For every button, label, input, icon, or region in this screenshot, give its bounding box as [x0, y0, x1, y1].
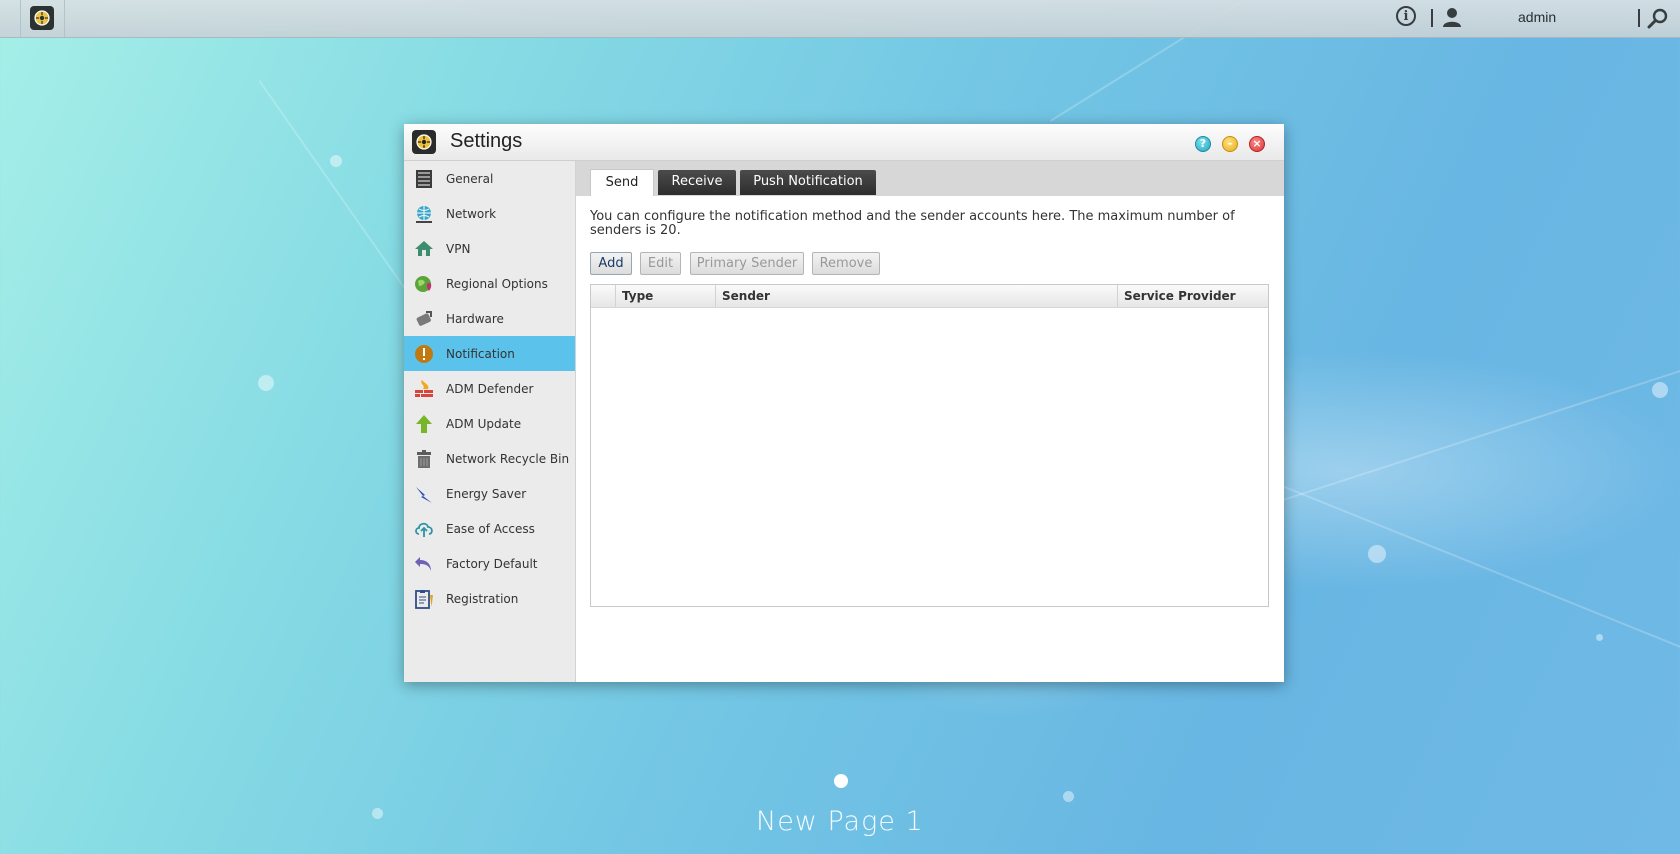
sidebar-item-general[interactable]: General [404, 161, 575, 196]
sidebar-item-label: Network Recycle Bin [446, 451, 570, 466]
settings-window: Settings ? – × General Network VPN Regio… [404, 124, 1284, 682]
page-indicator-dot[interactable] [834, 774, 848, 788]
settings-gear-icon [412, 130, 436, 154]
sidebar-item-label: Ease of Access [446, 521, 535, 536]
trash-icon [413, 448, 435, 470]
minus-icon: – [1227, 137, 1233, 150]
sidebar-item-vpn[interactable]: VPN [404, 231, 575, 266]
firewall-icon [413, 378, 435, 400]
description-text: You can configure the notification metho… [590, 209, 1235, 238]
close-button[interactable]: × [1249, 136, 1265, 152]
up-arrow-icon [413, 413, 435, 435]
tab-push-notification[interactable]: Push Notification [740, 170, 876, 195]
window-titlebar[interactable]: Settings ? – × [404, 124, 1284, 161]
table-header: Type Sender Service Provider [591, 285, 1268, 308]
desktop-page-label: New Page 1 [756, 806, 924, 837]
tab-send[interactable]: Send [590, 169, 654, 196]
column-header-select[interactable] [591, 285, 616, 307]
sidebar-item-network-recycle-bin[interactable]: Network Recycle Bin [404, 441, 575, 476]
question-icon: ? [1199, 137, 1207, 150]
sidebar-item-adm-update[interactable]: ADM Update [404, 406, 575, 441]
sidebar-item-label: Regional Options [446, 276, 548, 291]
sidebar-item-label: VPN [446, 241, 471, 256]
primary-sender-button[interactable]: Primary Sender [690, 252, 804, 275]
column-header-service-provider[interactable]: Service Provider [1118, 285, 1268, 307]
help-button[interactable]: ? [1195, 136, 1211, 152]
globe-network-icon [413, 203, 435, 225]
column-header-type[interactable]: Type [616, 285, 716, 307]
server-icon [413, 168, 435, 190]
sidebar-item-hardware[interactable]: Hardware [404, 301, 575, 336]
lightning-icon [413, 483, 435, 505]
username-label[interactable]: admin [1518, 9, 1556, 25]
sidebar-item-label: Notification [446, 346, 515, 361]
sidebar-item-label: ADM Defender [446, 381, 534, 396]
window-title: Settings [450, 130, 523, 152]
remove-button[interactable]: Remove [812, 252, 880, 275]
minimize-button[interactable]: – [1222, 136, 1238, 152]
edit-button[interactable]: Edit [640, 252, 681, 275]
vpn-house-icon [413, 238, 435, 260]
alert-icon [413, 343, 435, 365]
hardware-wrench-icon [413, 308, 435, 330]
sidebar-item-label: Registration [446, 591, 519, 606]
settings-app-icon[interactable] [30, 6, 54, 30]
sidebar-item-registration[interactable]: Registration [404, 581, 575, 616]
taskbar-divider [64, 0, 65, 37]
tab-receive[interactable]: Receive [658, 170, 736, 195]
sidebar-item-energy-saver[interactable]: Energy Saver [404, 476, 575, 511]
sidebar-item-network[interactable]: Network [404, 196, 575, 231]
send-tab-content: You can configure the notification metho… [576, 196, 1284, 682]
sidebar-item-label: Network [446, 206, 497, 221]
sidebar-item-notification[interactable]: Notification [404, 336, 575, 371]
sidebar-item-label: Energy Saver [446, 486, 527, 501]
sidebar-item-label: Factory Default [446, 556, 538, 571]
sender-table: Type Sender Service Provider [590, 284, 1269, 607]
sidebar-item-factory-default[interactable]: Factory Default [404, 546, 575, 581]
user-icon[interactable] [1441, 6, 1463, 28]
taskbar-separator [1431, 9, 1433, 27]
cloud-upload-icon [413, 518, 435, 540]
sidebar-item-label: ADM Update [446, 416, 522, 431]
column-header-sender[interactable]: Sender [716, 285, 1118, 307]
undo-arrow-icon [413, 553, 435, 575]
sidebar-item-adm-defender[interactable]: ADM Defender [404, 371, 575, 406]
tab-strip: Send Receive Push Notification [576, 161, 1284, 196]
search-icon[interactable] [1646, 7, 1670, 31]
taskbar-divider [20, 0, 21, 37]
top-taskbar: i admin [0, 0, 1680, 38]
sidebar-item-regional-options[interactable]: Regional Options [404, 266, 575, 301]
add-button[interactable]: Add [590, 252, 632, 275]
sidebar-item-ease-of-access[interactable]: Ease of Access [404, 511, 575, 546]
info-icon[interactable]: i [1396, 6, 1416, 26]
sidebar-item-label: General [446, 171, 494, 186]
close-icon: × [1252, 137, 1262, 150]
clipboard-icon [413, 588, 435, 610]
globe-pin-icon [413, 273, 435, 295]
sidebar-item-label: Hardware [446, 311, 504, 326]
settings-sidebar: General Network VPN Regional Options Har… [404, 161, 576, 682]
taskbar-separator [1638, 9, 1640, 27]
